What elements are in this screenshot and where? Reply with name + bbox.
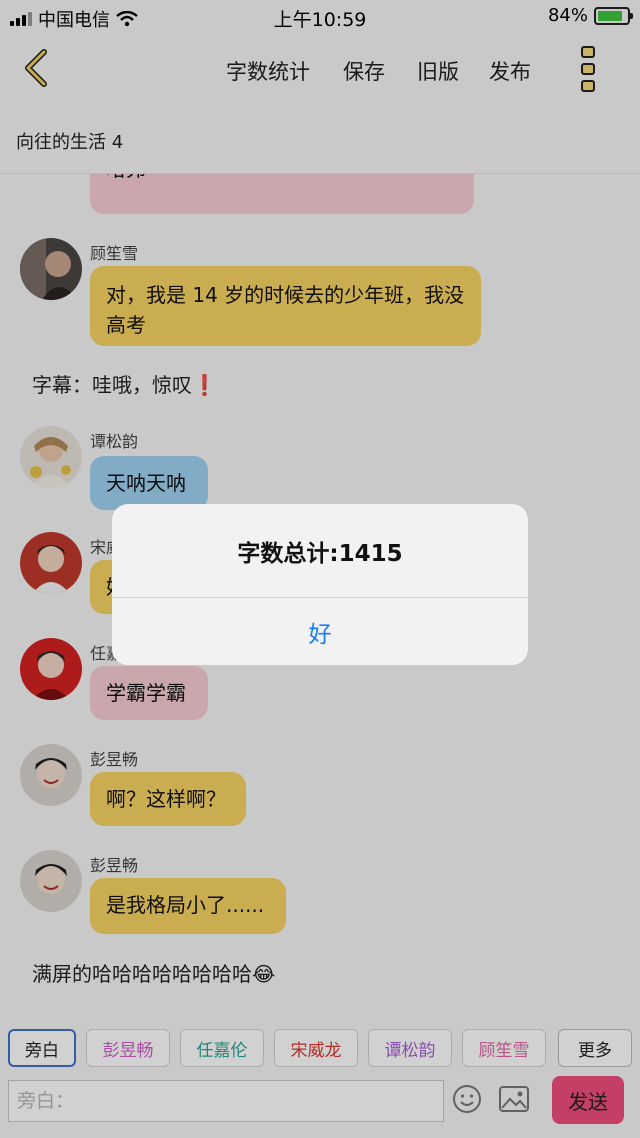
dialog-ok-button[interactable]: 好 (112, 598, 528, 665)
word-count-dialog: 字数总计:1415 好 (112, 504, 528, 665)
dialog-message: 字数总计:1415 (237, 540, 403, 567)
